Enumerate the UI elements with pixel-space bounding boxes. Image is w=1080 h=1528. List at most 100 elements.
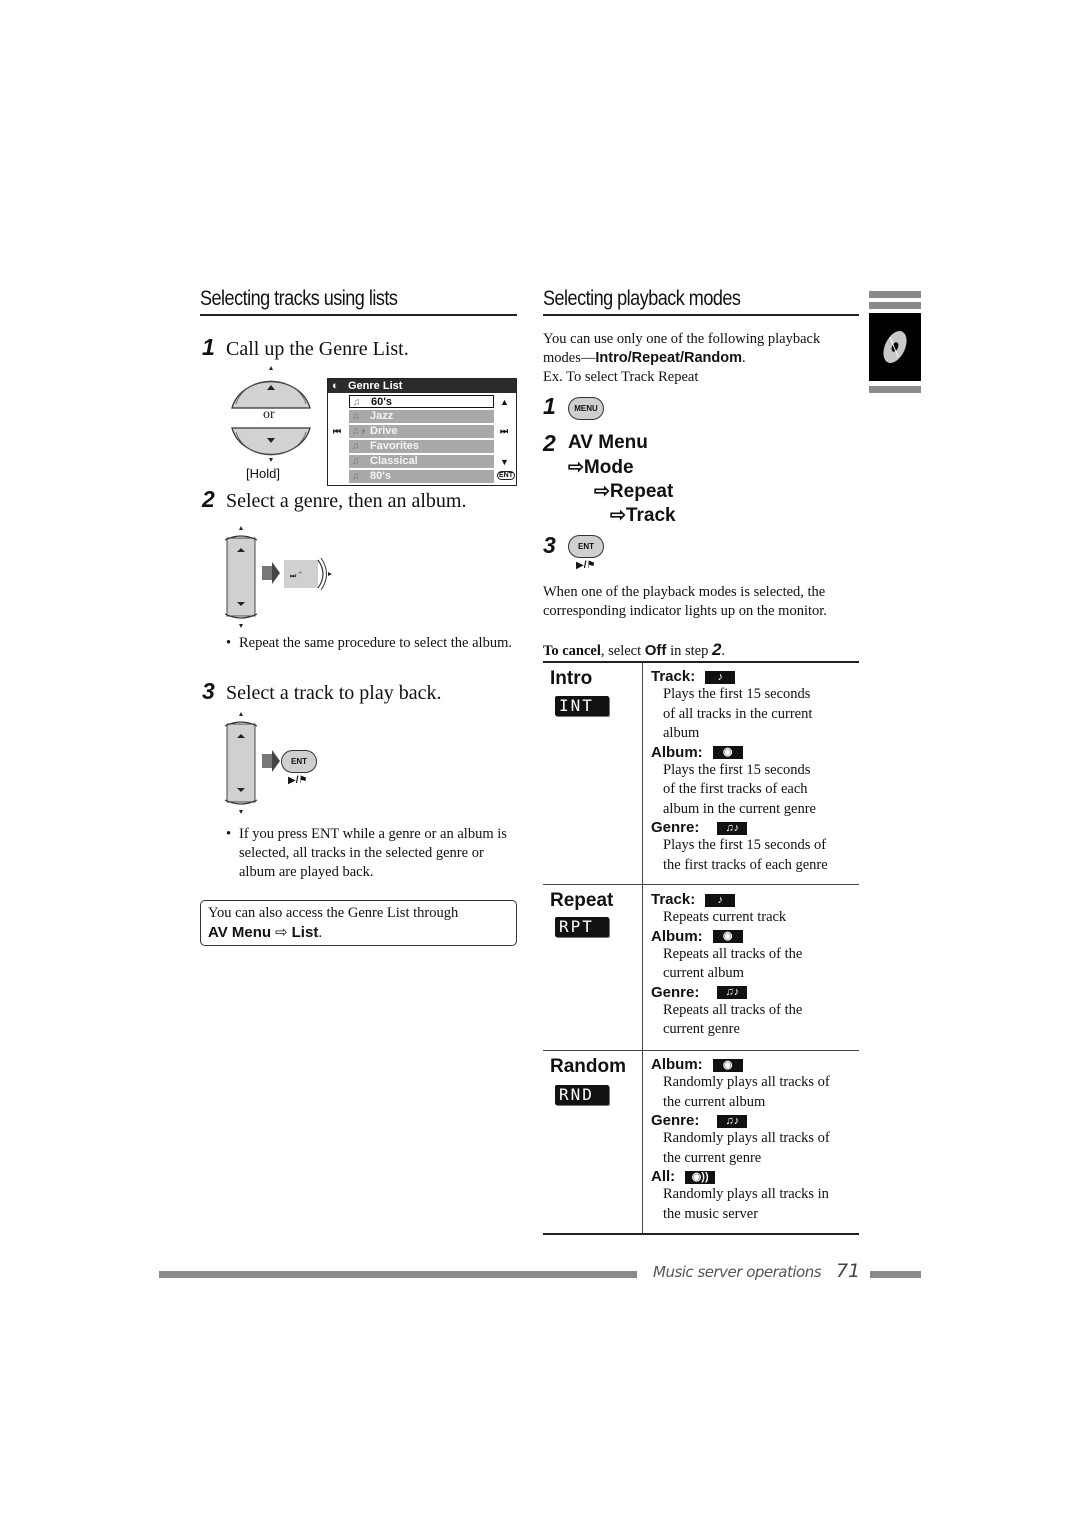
scroll-down-icon[interactable]: ▼ — [500, 457, 509, 467]
step-number: 3 — [543, 532, 556, 558]
mode-options-intro: Track: ♪ Plays the first 15 seconds of all… — [651, 668, 856, 875]
ent-button[interactable]: ENT — [281, 750, 317, 773]
previous-icon[interactable]: ⏮ — [333, 426, 341, 437]
genre-list-item[interactable]: ♫ Jazz — [349, 410, 494, 423]
track-note-icon: ♪ — [705, 670, 736, 684]
mode-badge-repeat: RPT — [555, 917, 609, 937]
music-note-icon: ♫◑ — [352, 426, 366, 437]
side-tab-bar — [869, 386, 921, 393]
path-av-menu: AV Menu — [568, 432, 648, 453]
mode-name-intro: Intro — [550, 668, 593, 689]
step-3-note: If you press ENT while a genre or an alb… — [226, 825, 519, 882]
side-tab-bar — [869, 291, 921, 298]
table-column-divider — [642, 663, 643, 1233]
genre-list-item[interactable]: ♫ Classical — [349, 455, 494, 468]
scroll-up-icon[interactable]: ▲ — [500, 397, 509, 407]
step-2-note: Repeat the same procedure to select the … — [226, 634, 519, 653]
side-tab-bar — [869, 302, 921, 309]
step-number: 3 — [202, 678, 215, 704]
option-genre: Genre: ♫♪ — [651, 984, 856, 1001]
genre-notes-icon: ♫♪ — [717, 986, 748, 1000]
note-path: AV Menu ⇨ List. — [208, 924, 323, 941]
album-disc-icon: ◉ — [712, 930, 743, 944]
step-number: 1 — [202, 334, 215, 360]
control-bar-illustration: ⏭ ⌃ — [224, 526, 344, 630]
title-rule — [543, 314, 859, 316]
mode-badge-intro: INT — [555, 696, 609, 716]
option-album: Album: ◉ — [651, 1056, 856, 1073]
intro-text: You can use only one of the following pl… — [543, 331, 821, 385]
play-pause-label: ▶/⚑ — [288, 775, 308, 786]
album-disc-icon: ◉ — [712, 1058, 743, 1072]
option-desc: Plays the first 15 seconds of the first t… — [663, 837, 828, 873]
mode-badge-random: RND — [555, 1085, 609, 1105]
section-title-lists: Selecting tracks using lists — [200, 287, 398, 310]
hold-label: [Hold] — [246, 466, 280, 481]
ent-button[interactable]: ENT — [568, 535, 604, 558]
footer-bar-right — [870, 1271, 921, 1278]
mode-options-repeat: Track: ♪ Repeats current track Album: ◉ Re… — [651, 891, 856, 1040]
control-dial[interactable]: or [Hold] — [226, 366, 316, 484]
genre-list-item[interactable]: ♫ 80's — [349, 470, 494, 483]
option-desc: Randomly plays all tracks of the current … — [663, 1130, 830, 1166]
table-rule — [543, 884, 859, 885]
option-desc: Plays the first 15 seconds of all tracks … — [663, 686, 813, 741]
option-desc: Repeats all tracks of the current genre — [663, 1001, 803, 1038]
music-note-icon: ♫ — [352, 411, 360, 422]
menu-button[interactable]: MENU — [568, 397, 604, 420]
option-track: Track: ♪ — [651, 668, 856, 685]
genre-list-header: ◐ Genre List — [328, 379, 516, 393]
step-number: 2 — [202, 486, 215, 512]
genre-list-item[interactable]: ♫ Favorites — [349, 440, 494, 453]
table-rule-top — [543, 661, 859, 663]
arrow-icon: ⇨ — [275, 924, 288, 941]
footer-bar-left — [159, 1271, 637, 1278]
footer-section-name: Music server operations — [653, 1263, 822, 1281]
title-rule — [200, 314, 517, 316]
genre-notes-icon: ♫♪ — [717, 821, 748, 835]
genre-list-screen: ◐ Genre List ♫ 60's ♫ Jazz ♫◑ Drive ♫ Favori… — [327, 378, 517, 486]
mode-options-random: Album: ◉ Randomly plays all tracks of the … — [651, 1056, 856, 1224]
track-note-icon: ♪ — [705, 893, 736, 907]
music-note-icon: ♫ — [353, 397, 361, 408]
step-number: 2 — [543, 430, 556, 456]
svg-text:⏭ ⌃: ⏭ ⌃ — [290, 571, 302, 580]
note-box: You can also access the Genre List throu… — [200, 900, 517, 946]
path-track: ⇨Track — [610, 505, 676, 526]
control-bar-icon: ⏭ ⌃ — [224, 526, 332, 628]
step-number: 1 — [543, 393, 556, 419]
option-genre: Genre: ♫♪ — [651, 819, 856, 836]
option-desc: Plays the first 15 seconds of the first t… — [663, 761, 816, 817]
next-icon[interactable]: ⏭ — [500, 426, 508, 437]
cancel-text: To cancel, select Off in step 2. — [543, 640, 726, 659]
option-desc: Repeats all tracks of the current album — [663, 945, 803, 982]
disc-icon — [883, 331, 907, 363]
option-desc: Randomly plays all tracks of the current … — [663, 1074, 830, 1110]
option-track: Track: ♪ — [651, 891, 856, 908]
table-rule-bottom — [543, 1233, 859, 1235]
option-desc: Repeats current track — [663, 909, 787, 925]
music-note-icon: ♫ — [352, 441, 360, 452]
step-2-text: Select a genre, then an album. — [226, 490, 467, 512]
genre-list-title: Genre List — [348, 380, 403, 392]
music-note-icon: ♫ — [352, 471, 360, 482]
side-tab-disc — [869, 313, 921, 381]
clock-icon: ◐ — [332, 380, 339, 392]
dial-or-label: or — [263, 407, 275, 422]
genre-list-item[interactable]: ♫ 60's — [349, 395, 494, 408]
mode-name-random: Random — [550, 1056, 626, 1077]
play-pause-label: ▶/⚑ — [576, 560, 596, 571]
all-disc-icon: ◉)) — [685, 1170, 716, 1184]
step-3-text: Select a track to play back. — [226, 682, 442, 704]
album-disc-icon: ◉ — [712, 746, 743, 760]
enter-icon[interactable]: ENT — [497, 471, 515, 480]
mode-name-repeat: Repeat — [550, 890, 614, 911]
option-desc: Randomly plays all tracks in the music se… — [663, 1186, 829, 1222]
option-album: Album: ◉ — [651, 744, 856, 761]
option-genre: Genre: ♫♪ — [651, 1112, 856, 1129]
genre-list-item[interactable]: ♫◑ Drive — [349, 425, 494, 438]
note-text: You can also access the Genre List throu… — [208, 905, 459, 921]
indicator-text: When one of the playback modes is select… — [543, 584, 827, 619]
table-rule — [543, 1050, 859, 1051]
genre-notes-icon: ♫♪ — [717, 1114, 748, 1128]
